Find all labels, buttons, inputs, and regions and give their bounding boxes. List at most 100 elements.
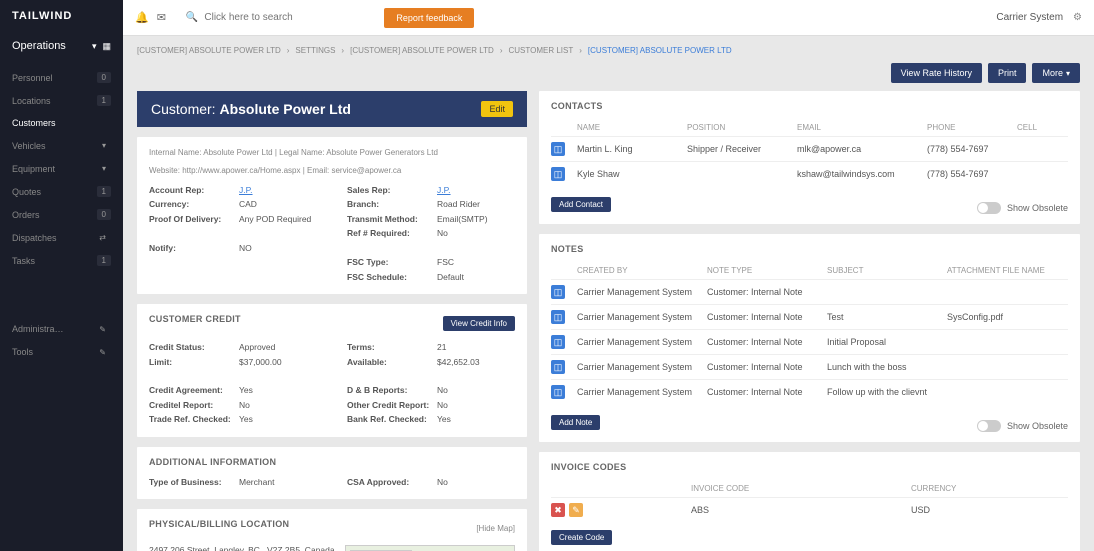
- add-note-button[interactable]: Add Note: [551, 415, 600, 430]
- field-value: Merchant: [239, 475, 274, 489]
- gear-icon[interactable]: ⚙: [1073, 12, 1082, 23]
- sidebar-item-tools[interactable]: Tools✎: [0, 341, 123, 364]
- edit-button[interactable]: Edit: [481, 101, 513, 117]
- grid-icon[interactable]: ▦: [102, 41, 111, 52]
- field-value: No: [437, 475, 448, 489]
- col-name: NAME: [577, 123, 687, 132]
- breadcrumb-item[interactable]: CUSTOMER LIST: [509, 46, 574, 55]
- note-subject: Follow up with the clievnt: [827, 387, 947, 397]
- sidebar: TAILWIND Operations ▾▦ Personnel0Locatio…: [0, 0, 123, 551]
- sidebar-item-orders[interactable]: Orders0: [0, 203, 123, 226]
- edit-code-button[interactable]: ✎: [569, 503, 583, 517]
- sidebar-item-dispatches[interactable]: Dispatches⇄: [0, 226, 123, 249]
- col-notetype: NOTE TYPE: [707, 266, 827, 275]
- create-code-button[interactable]: Create Code: [551, 530, 612, 545]
- view-credit-button[interactable]: View Credit Info: [443, 316, 515, 331]
- search-input[interactable]: [204, 12, 334, 23]
- open-contact-button[interactable]: ◫: [551, 167, 565, 181]
- nav-badge: ▾: [97, 140, 111, 151]
- header-prefix: Customer:: [151, 101, 219, 117]
- field-label: Proof Of Delivery:: [149, 212, 239, 226]
- delete-code-button[interactable]: ✖: [551, 503, 565, 517]
- col-email: EMAIL: [797, 123, 927, 132]
- field-label: Sales Rep:: [347, 183, 437, 197]
- field-label: Available:: [347, 355, 437, 369]
- open-note-button[interactable]: ◫: [551, 335, 565, 349]
- sidebar-item-vehicles[interactable]: Vehicles▾: [0, 134, 123, 157]
- print-button[interactable]: Print: [988, 63, 1027, 83]
- open-note-button[interactable]: ◫: [551, 285, 565, 299]
- topbar: 🔔 ✉ 🔍 Report feedback Carrier System ⚙: [123, 0, 1094, 36]
- show-obsolete-notes-toggle[interactable]: [977, 420, 1001, 432]
- note-row: ◫Carrier Management SystemCustomer: Inte…: [551, 279, 1068, 304]
- map[interactable]: View larger map 📍 2497 206 Street Westca…: [345, 545, 515, 551]
- breadcrumb-item[interactable]: [CUSTOMER] ABSOLUTE POWER LTD: [137, 46, 281, 55]
- location-panel: PHYSICAL/BILLING LOCATION [Hide Map] 249…: [137, 509, 527, 551]
- note-createdby: Carrier Management System: [577, 312, 707, 322]
- field-label: Credit Agreement:: [149, 383, 239, 397]
- report-feedback-button[interactable]: Report feedback: [384, 8, 474, 28]
- operations-header[interactable]: Operations ▾▦: [0, 32, 123, 60]
- col-currency: CURRENCY: [911, 484, 1068, 493]
- note-type: Customer: Internal Note: [707, 387, 827, 397]
- note-createdby: Carrier Management System: [577, 387, 707, 397]
- col-attachment: ATTACHMENT FILE NAME: [947, 266, 1068, 275]
- breadcrumb-item[interactable]: [CUSTOMER] ABSOLUTE POWER LTD: [350, 46, 494, 55]
- field-value[interactable]: J.P.: [437, 183, 451, 197]
- field-label: FSC Type:: [347, 255, 437, 269]
- field-value: No: [437, 226, 448, 240]
- brand-logo: TAILWIND: [0, 0, 123, 32]
- open-contact-button[interactable]: ◫: [551, 142, 565, 156]
- field-value[interactable]: J.P.: [239, 183, 253, 197]
- hide-map-link[interactable]: [Hide Map]: [476, 524, 515, 533]
- contact-row: ◫Martin L. KingShipper / Receivermlk@apo…: [551, 136, 1068, 161]
- nav-badge: 1: [97, 95, 111, 106]
- nav-label: Tasks: [12, 256, 35, 266]
- meta-web: Website: http://www.apower.ca/Home.aspx …: [149, 165, 515, 177]
- sidebar-item-tasks[interactable]: Tasks1: [0, 249, 123, 272]
- edit-icon[interactable]: ✎: [94, 347, 111, 358]
- contact-position: Shipper / Receiver: [687, 144, 797, 154]
- note-createdby: Carrier Management System: [577, 287, 707, 297]
- field-value: Yes: [437, 412, 451, 426]
- show-obsolete-notes-label: Show Obsolete: [1007, 421, 1068, 431]
- notes-panel: NOTES CREATED BY NOTE TYPE SUBJECT ATTAC…: [539, 234, 1080, 442]
- view-rate-history-button[interactable]: View Rate History: [891, 63, 982, 83]
- sidebar-item-customers[interactable]: Customers: [0, 112, 123, 134]
- sidebar-item-equipment[interactable]: Equipment▾: [0, 157, 123, 180]
- field-value: $42,652.03: [437, 355, 480, 369]
- field-label: Terms:: [347, 340, 437, 354]
- col-subject: SUBJECT: [827, 266, 947, 275]
- bell-icon[interactable]: 🔔: [135, 11, 149, 24]
- col-position: POSITION: [687, 123, 797, 132]
- field-value: Email(SMTP): [437, 212, 488, 226]
- sidebar-item-quotes[interactable]: Quotes1: [0, 180, 123, 203]
- add-contact-button[interactable]: Add Contact: [551, 197, 611, 212]
- sidebar-item-administra[interactable]: Administra…✎: [0, 318, 123, 341]
- open-note-button[interactable]: ◫: [551, 310, 565, 324]
- field-value: No: [239, 398, 250, 412]
- contact-name: Martin L. King: [577, 144, 687, 154]
- sidebar-item-personnel[interactable]: Personnel0: [0, 66, 123, 89]
- nav-main: Personnel0Locations1CustomersVehicles▾Eq…: [0, 60, 123, 300]
- field-label: Account Rep:: [149, 183, 239, 197]
- sidebar-item-locations[interactable]: Locations1: [0, 89, 123, 112]
- credit-title: CUSTOMER CREDIT: [149, 314, 241, 324]
- show-obsolete-label: Show Obsolete: [1007, 203, 1068, 213]
- nav-label: Equipment: [12, 164, 55, 174]
- invoice-code: ABS: [691, 505, 911, 515]
- breadcrumb-item[interactable]: SETTINGS: [295, 46, 335, 55]
- edit-icon[interactable]: ✎: [94, 324, 111, 335]
- show-obsolete-toggle[interactable]: [977, 202, 1001, 214]
- note-subject: Lunch with the boss: [827, 362, 947, 372]
- note-row: ◫Carrier Management SystemCustomer: Inte…: [551, 304, 1068, 329]
- open-note-button[interactable]: ◫: [551, 385, 565, 399]
- operations-label: Operations: [12, 40, 66, 52]
- system-label[interactable]: Carrier System: [996, 12, 1063, 23]
- field-value: 21: [437, 340, 446, 354]
- nav-badge: 1: [97, 186, 111, 197]
- open-note-button[interactable]: ◫: [551, 360, 565, 374]
- more-button[interactable]: More▾: [1032, 63, 1080, 83]
- note-row: ◫Carrier Management SystemCustomer: Inte…: [551, 329, 1068, 354]
- mail-icon[interactable]: ✉: [157, 11, 166, 24]
